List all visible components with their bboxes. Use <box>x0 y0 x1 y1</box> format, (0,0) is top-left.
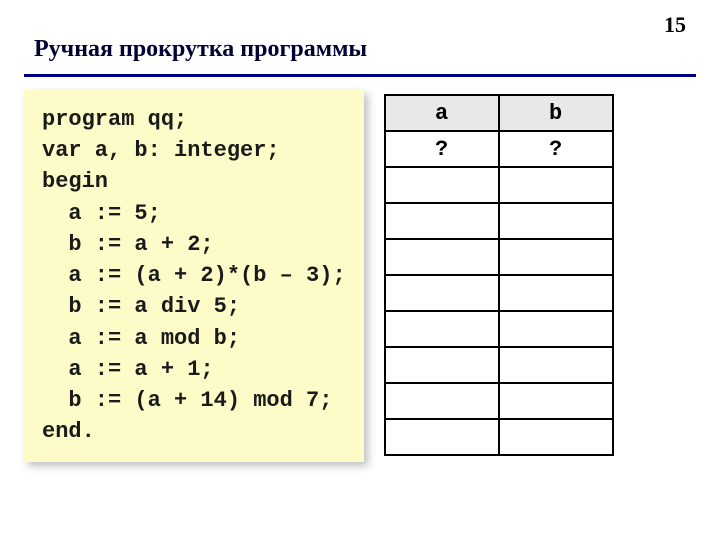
table-cell <box>499 383 613 419</box>
table-header: b <box>499 95 613 131</box>
table-row: ?? <box>385 131 613 167</box>
table-cell <box>499 419 613 455</box>
code-line: b := a div 5; <box>42 291 346 322</box>
code-block: program qq;var a, b: integer;begin a := … <box>24 90 364 462</box>
table-cell <box>499 167 613 203</box>
table-cell <box>385 419 499 455</box>
table-cell <box>385 383 499 419</box>
code-line: end. <box>42 416 346 447</box>
table-cell <box>385 203 499 239</box>
table-cell <box>499 239 613 275</box>
table-row <box>385 275 613 311</box>
code-line: var a, b: integer; <box>42 135 346 166</box>
table-cell: ? <box>385 131 499 167</box>
code-line: a := a + 1; <box>42 354 346 385</box>
table-cell <box>385 275 499 311</box>
table-row <box>385 167 613 203</box>
table-cell: ? <box>499 131 613 167</box>
code-line: b := a + 2; <box>42 229 346 260</box>
table-cell <box>385 347 499 383</box>
code-line: b := (a + 14) mod 7; <box>42 385 346 416</box>
page-number: 15 <box>664 12 686 38</box>
table-cell <box>499 275 613 311</box>
code-line: a := a mod b; <box>42 323 346 354</box>
table-row <box>385 347 613 383</box>
code-line: a := 5; <box>42 198 346 229</box>
slide-title: Ручная прокрутка программы <box>34 36 367 63</box>
table-row <box>385 203 613 239</box>
table-row <box>385 311 613 347</box>
table-cell <box>385 239 499 275</box>
table-row <box>385 419 613 455</box>
table-header: a <box>385 95 499 131</box>
table-cell <box>385 311 499 347</box>
code-line: a := (a + 2)*(b – 3); <box>42 260 346 291</box>
table-cell <box>385 167 499 203</box>
table-row <box>385 383 613 419</box>
table-cell <box>499 203 613 239</box>
table-cell <box>499 311 613 347</box>
table-row <box>385 239 613 275</box>
code-line: program qq; <box>42 104 346 135</box>
trace-table: ab ?? <box>384 94 614 456</box>
title-underline <box>24 74 696 77</box>
table-cell <box>499 347 613 383</box>
trace-table-wrap: ab ?? <box>384 90 696 520</box>
content-area: program qq;var a, b: integer;begin a := … <box>24 90 696 520</box>
code-line: begin <box>42 166 346 197</box>
